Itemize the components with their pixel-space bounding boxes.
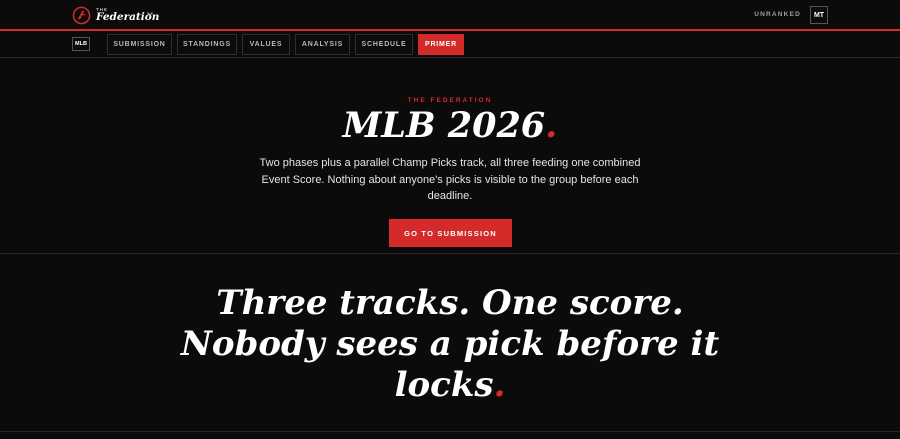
page-title-text: MLB 2026 xyxy=(342,105,546,146)
go-to-submission-button[interactable]: GO TO SUBMISSION xyxy=(389,219,512,247)
main-nav: MLB SUBMISSION STANDINGS VALUES ANALYSIS… xyxy=(0,31,900,58)
tab-submission[interactable]: SUBMISSION xyxy=(107,34,172,55)
federation-logo-icon[interactable] xyxy=(72,6,91,25)
statement-accent-dot: . xyxy=(493,365,506,405)
rank-status: UNRANKED xyxy=(754,11,801,18)
tab-schedule[interactable]: SCHEDULE xyxy=(355,34,413,55)
hero-description: Two phases plus a parallel Champ Picks t… xyxy=(259,157,641,202)
page-title: MLB 2026. xyxy=(0,106,900,146)
tab-values[interactable]: VALUES xyxy=(242,34,290,55)
league-badge[interactable]: MLB xyxy=(72,37,90,51)
section-divider xyxy=(0,431,900,432)
section-divider xyxy=(0,253,900,254)
title-accent-dot: . xyxy=(545,105,558,146)
hero-eyebrow: THE FEDERATION xyxy=(407,97,493,104)
tab-analysis[interactable]: ANALYSIS xyxy=(295,34,350,55)
avatar[interactable]: MT xyxy=(810,6,828,24)
top-header: THE Federation UNRANKED MT xyxy=(0,0,900,31)
tab-primer[interactable]: PRIMER xyxy=(418,34,464,55)
statement-text: Three tracks. One score. Nobody sees a p… xyxy=(180,283,720,405)
chevron-down-icon[interactable] xyxy=(146,10,154,18)
section-statement: Three tracks. One score. Nobody sees a p… xyxy=(160,283,740,406)
tab-standings[interactable]: STANDINGS xyxy=(177,34,237,55)
